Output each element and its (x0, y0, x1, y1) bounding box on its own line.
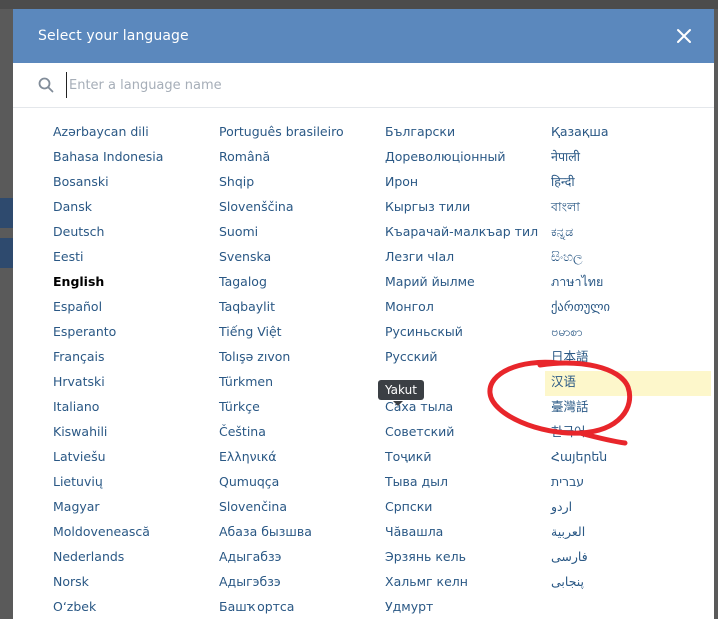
language-option[interactable]: हिन्दी (551, 171, 717, 196)
language-option[interactable]: Kiswahili (53, 421, 219, 446)
language-option[interactable]: O‘zbek (53, 596, 219, 619)
language-option[interactable]: Лезги чIал (385, 246, 551, 271)
close-icon[interactable] (672, 24, 696, 48)
language-option[interactable]: Марий йылме (385, 271, 551, 296)
language-option[interactable]: 臺灣話 (551, 396, 717, 421)
dialog-title: Select your language (38, 28, 189, 44)
language-option[interactable]: සිංහල (551, 246, 717, 271)
language-option[interactable]: Дореволюціонный (385, 146, 551, 171)
language-option[interactable]: Français (53, 346, 219, 371)
language-option[interactable]: Esperanto (53, 321, 219, 346)
language-option[interactable]: Тыва дыл (385, 471, 551, 496)
language-option[interactable]: Кыргыз тили (385, 196, 551, 221)
language-option[interactable]: Tagalog (219, 271, 385, 296)
language-option[interactable]: اردو (551, 496, 717, 521)
language-option[interactable]: Norsk (53, 571, 219, 596)
language-option[interactable]: Қазақша (551, 121, 717, 146)
language-option[interactable]: नेपाली (551, 146, 717, 171)
language-option[interactable]: Moldovenească (53, 521, 219, 546)
language-option[interactable]: Ελληνικά (219, 446, 385, 471)
language-tooltip: Yakut (378, 380, 424, 400)
language-column-1: Azərbaycan dili Bahasa Indonesia Bosanski D… (53, 121, 219, 619)
language-option[interactable]: Tolışə zıvon (219, 346, 385, 371)
language-column-2: Português brasileiro Română Shqip Slovenšči… (219, 121, 385, 619)
language-option[interactable]: Magyar (53, 496, 219, 521)
language-option[interactable]: Къарачай-малкъар тил (385, 221, 551, 246)
language-option[interactable]: Bosanski (53, 171, 219, 196)
language-option[interactable]: Bahasa Indonesia (53, 146, 219, 171)
tooltip-arrow (393, 401, 403, 406)
language-option[interactable]: Hrvatski (53, 371, 219, 396)
background-page-top (0, 0, 718, 9)
language-option[interactable]: 한국어 (551, 421, 717, 446)
language-option[interactable]: Монгол (385, 296, 551, 321)
language-option[interactable]: Latviešu (53, 446, 219, 471)
language-option[interactable]: বাংলা (551, 196, 717, 221)
language-option[interactable]: Адыгабзэ (219, 546, 385, 571)
language-search-input[interactable] (66, 72, 671, 98)
language-option[interactable]: Эрзянь кель (385, 546, 551, 571)
language-option[interactable]: ქართული (551, 296, 717, 321)
language-option[interactable]: 日本語 (551, 346, 717, 371)
language-option[interactable]: Հայերեն (551, 446, 717, 471)
language-option[interactable]: Română (219, 146, 385, 171)
language-option[interactable]: Suomi (219, 221, 385, 246)
language-column-3: Български Дореволюціонный Ирон Кыргыз тили К… (385, 121, 551, 619)
language-option[interactable]: Удмурт (385, 596, 551, 619)
language-option[interactable]: Español (53, 296, 219, 321)
language-option[interactable]: Ирон (385, 171, 551, 196)
language-option[interactable]: Тоҷикӣ (385, 446, 551, 471)
language-option[interactable]: Хальмг келн (385, 571, 551, 596)
language-option[interactable]: Eesti (53, 246, 219, 271)
language-option[interactable]: Slovenčina (219, 496, 385, 521)
language-option[interactable]: Slovenščina (219, 196, 385, 221)
language-option[interactable]: ဗမာစာ (551, 321, 717, 346)
language-option[interactable]: Русиньскый (385, 321, 551, 346)
search-bar (13, 63, 714, 108)
language-option[interactable]: Русский (385, 346, 551, 371)
language-option[interactable]: ภาษาไทย (551, 271, 717, 296)
language-option[interactable]: Italiano (53, 396, 219, 421)
dialog-header: Select your language (13, 9, 714, 63)
language-option[interactable]: Српски (385, 496, 551, 521)
language-option[interactable]: Български (385, 121, 551, 146)
language-option[interactable]: Башҡортса (219, 596, 385, 619)
language-option[interactable]: Tiếng Việt (219, 321, 385, 346)
background-page-block (0, 238, 13, 268)
language-option[interactable]: Dansk (53, 196, 219, 221)
language-option[interactable]: Azərbaycan dili (53, 121, 219, 146)
language-option[interactable]: Чăвашла (385, 521, 551, 546)
language-option[interactable]: עברית (551, 471, 717, 496)
language-option[interactable]: پنجابی (551, 571, 717, 596)
language-option[interactable]: English (53, 271, 219, 296)
language-option[interactable]: ಕನ್ನಡ (551, 221, 717, 246)
language-option[interactable]: Deutsch (53, 221, 219, 246)
language-option[interactable]: Советский (385, 421, 551, 446)
background-page-block (0, 198, 13, 228)
search-icon (38, 77, 54, 93)
language-option[interactable]: Português brasileiro (219, 121, 385, 146)
language-option[interactable]: Адыгэбзэ (219, 571, 385, 596)
language-option[interactable]: 汉语 (545, 371, 711, 396)
language-option[interactable]: Türkçe (219, 396, 385, 421)
language-option[interactable]: Türkmen (219, 371, 385, 396)
language-option[interactable]: فارسی (551, 546, 717, 571)
language-option[interactable]: Lietuvių (53, 471, 219, 496)
language-option[interactable]: العربية (551, 521, 717, 546)
language-option[interactable]: Shqip (219, 171, 385, 196)
language-option[interactable]: Svenska (219, 246, 385, 271)
language-option[interactable]: Абаза бызшва (219, 521, 385, 546)
language-option[interactable]: Qumuqça (219, 471, 385, 496)
language-option[interactable]: Čeština (219, 421, 385, 446)
language-column-4: Қазақша नेपाली हिन्दी বাংলা ಕನ್ನಡ සිංහල ภาษาไท… (545, 121, 717, 596)
language-option[interactable]: Nederlands (53, 546, 219, 571)
language-option[interactable]: Taqbaylit (219, 296, 385, 321)
